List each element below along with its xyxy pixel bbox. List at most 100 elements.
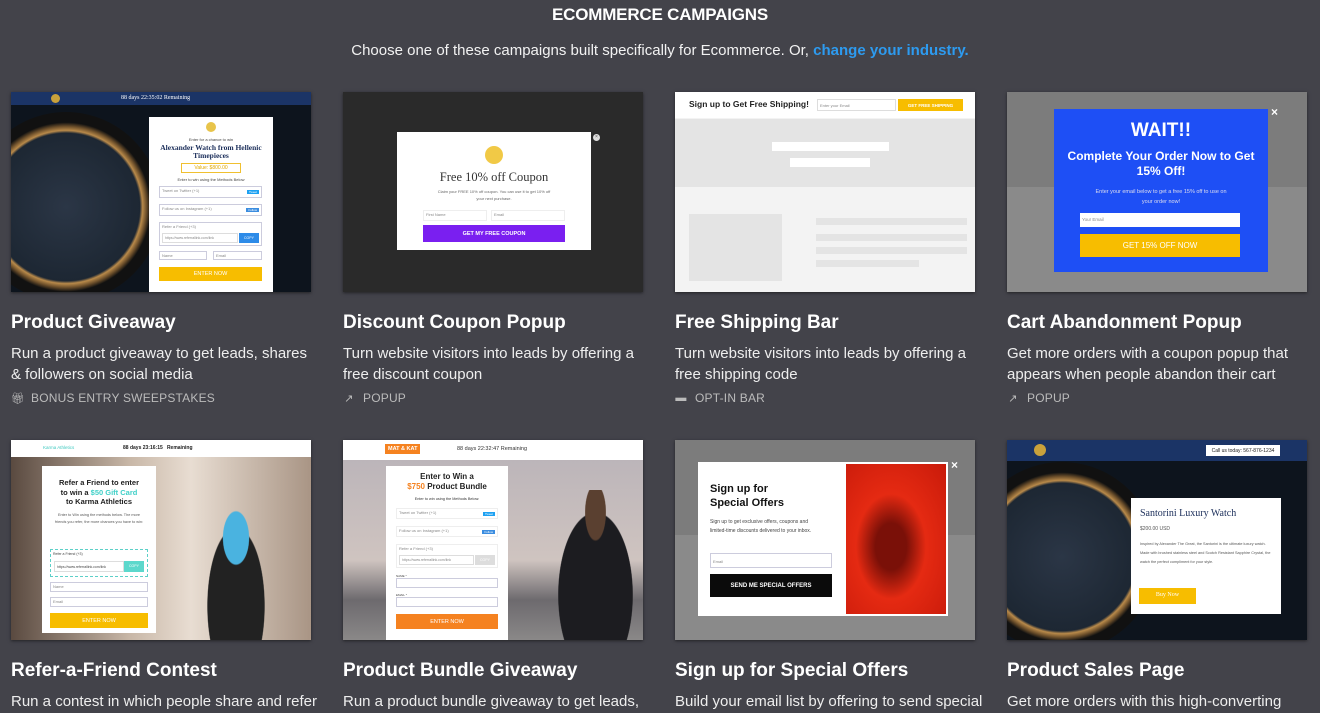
headline: Sign up for Special Offers [710,483,784,509]
entry-form: Enter for a chance to win Alexander Watc… [149,117,273,292]
brand-logo: MAT & KAT [385,444,421,454]
headline: Complete Your Order Now to Get 15% Off! [1067,149,1255,178]
card-description: Turn website visitors into leads by offe… [675,345,966,383]
referral-link: https://www.referrallink.com/link [162,233,238,243]
change-industry-link[interactable]: change your industry. [813,42,969,59]
follow-button: Follow [482,530,495,534]
offers-popup: Sign up for Special Offers Sign up to ge… [698,462,948,616]
body: Inspired by Alexander The Great, the San… [1140,542,1271,564]
buy-now-button: Buy Now [1139,588,1196,604]
card-title[interactable]: Product Bundle Giveaway [343,660,653,682]
get-coupon-button: GET MY FREE COUPON [423,225,565,242]
tweet-button: Tweet [246,190,259,194]
person-image [186,470,286,640]
placeholder-line [816,260,919,267]
campaign-card-sign-up-special-offers[interactable]: Sign up for Special Offers Sign up to ge… [675,440,985,712]
page-subtitle: Choose one of these campaigns built spec… [0,42,1320,59]
headline: Santorini Luxury Watch [1140,508,1237,519]
logo-icon [485,146,503,164]
placeholder-line [816,234,967,241]
campaign-card-discount-coupon-popup[interactable]: Free 10% off Coupon Claim your FREE 10% … [343,92,653,405]
tag-label: POPUP [363,391,407,405]
headline: Sign up to Get Free Shipping! [689,99,809,109]
headline: Alexander Watch from Hellenic Timepieces [160,143,262,160]
card-title[interactable]: Free Shipping Bar [675,312,985,334]
countdown: 88 days 22:35:02 [121,95,163,101]
logo-icon [51,94,60,103]
campaign-preview[interactable]: WAIT!! Complete Your Order Now to Get 15… [1007,92,1307,292]
campaign-preview[interactable]: Sign up for Special Offers Sign up to ge… [675,440,975,640]
refer-label: Refer a Friend (+3) [53,552,83,556]
email-field: Email [50,597,148,607]
person-image [846,464,946,614]
campaign-preview[interactable]: MAT & KAT 88 days 22:32:47 Remaining Ent… [343,440,643,640]
campaign-card-free-shipping-bar[interactable]: Sign up to Get Free Shipping! Enter your… [675,92,985,405]
campaign-card-refer-a-friend-contest[interactable]: Karma Athletics 88 days 23:16:15 Remaini… [11,440,321,712]
cart-popup: WAIT!! Complete Your Order Now to Get 15… [1054,109,1268,272]
headline-line: to win a [60,487,91,497]
campaign-card-product-sales-page[interactable]: Call us today: 567-876-1234 Santorini Lu… [1007,440,1317,712]
entry-form: Enter to Win a $750 Product Bundle Enter … [386,466,508,640]
countdown: 88 days 22:32:47 [457,446,500,452]
remaining-label: Remaining [163,95,191,101]
intro: Enter for a chance to win [188,137,234,142]
copy-button: COPY [239,233,259,243]
method-refer: Refer a Friend (+3) [399,546,433,551]
headline-line: Product Bundle [425,482,487,491]
card-description: Get more orders with a coupon popup that… [1007,345,1289,383]
close-icon: × [593,134,600,141]
card-title[interactable]: Product Giveaway [11,312,321,334]
minus-icon: ▬ [675,392,687,404]
card-title[interactable]: Refer-a-Friend Contest [11,660,321,682]
methods: Enter to win using the Methods Below [177,177,245,182]
campaign-preview[interactable]: Free 10% off Coupon Claim your FREE 10% … [343,92,643,292]
card-tag: ↗ POPUP [343,391,653,405]
card-title[interactable]: Discount Coupon Popup [343,312,653,334]
tag-label: BONUS ENTRY SWEEPSTAKES [31,391,215,405]
enter-now-button: ENTER NOW [396,614,498,629]
headline-line: to Karma Athletics [66,497,132,506]
placeholder-hero [675,119,975,187]
headline: Enter to Win a $750 Product Bundle [386,472,508,492]
coupon-popup: Free 10% off Coupon Claim your FREE 10% … [397,132,591,250]
price: $200.00 USD [1140,526,1171,532]
campaign-card-cart-abandonment-popup[interactable]: WAIT!! Complete Your Order Now to Get 15… [1007,92,1317,405]
gift-icon: 🎁︎ [11,392,26,405]
campaign-card-product-bundle-giveaway[interactable]: MAT & KAT 88 days 22:32:47 Remaining Ent… [343,440,653,712]
watch-image [11,112,161,292]
tweet-button: Tweet [482,512,495,516]
page-title: ECOMMERCE CAMPAIGNS [552,5,768,24]
call-us-badge: Call us today: 567-876-1234 [1206,445,1280,456]
campaign-preview[interactable]: Call us today: 567-876-1234 Santorini Lu… [1007,440,1307,640]
close-icon: × [1271,105,1279,119]
campaign-preview[interactable]: Sign up to Get Free Shipping! Enter your… [675,92,975,292]
product-card: Santorini Luxury Watch $200.00 USD Inspi… [1131,498,1281,614]
headline-line: Refer a Friend to enter [58,478,140,487]
campaign-card-product-giveaway[interactable]: 88 days 22:35:02 Remaining Enter for a c… [11,92,321,405]
method-instagram: Follow us on Instagram (+1) [399,528,449,533]
method-instagram: Follow us on Instagram (+1) [162,206,212,211]
card-title[interactable]: Cart Abandonment Popup [1007,312,1317,334]
person-image [548,490,643,640]
method-refer: Refer a Friend (+3) [162,224,196,229]
card-description: Run a contest in which people share and … [11,693,318,710]
name-field: Name [50,582,148,592]
card-description: Run a product giveaway to get leads, sha… [11,345,308,383]
logo-icon [1034,444,1046,456]
enter-now-button: ENTER NOW [159,267,262,281]
referral-link: https://www.referrallink.com/link [399,555,474,565]
subtitle-text: Choose one of these campaigns built spec… [351,42,809,59]
card-description: Get more orders with this high-convertin… [1007,693,1282,710]
method-twitter: Tweet on Twitter (+1) [399,510,437,515]
campaign-preview[interactable]: Karma Athletics 88 days 23:16:15 Remaini… [11,440,311,640]
remaining-label: Remaining [500,446,528,452]
campaign-preview[interactable]: 88 days 22:35:02 Remaining Enter for a c… [11,92,311,292]
card-tag: ↗ POPUP [1007,391,1317,405]
email-field: Email [213,251,262,260]
follow-button: Follow [246,208,259,212]
prize: $750 [407,482,425,491]
card-description: Run a product bundle giveaway to get lea… [343,693,640,710]
card-title[interactable]: Sign up for Special Offers [675,660,985,682]
external-link-icon: ↗ [1008,392,1018,405]
card-title[interactable]: Product Sales Page [1007,660,1317,682]
